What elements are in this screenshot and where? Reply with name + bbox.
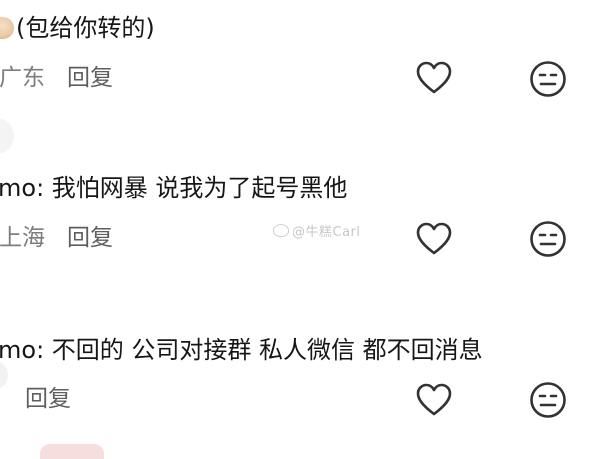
reply-button[interactable]: 回复 xyxy=(25,386,71,412)
emoji-icon xyxy=(0,17,14,39)
like-button[interactable] xyxy=(414,380,454,420)
reply-button[interactable]: 回复 xyxy=(67,65,113,91)
comment-text: mo: 我怕网暴 说我为了起号黑他 xyxy=(0,174,348,202)
reply-button[interactable]: 回复 xyxy=(67,225,113,251)
comment-text-wrapper: (包给你转的) xyxy=(0,13,155,43)
next-comment-edge xyxy=(40,444,104,459)
comment-meta: 回复 xyxy=(25,385,71,413)
heart-outline-icon xyxy=(416,383,452,416)
watermark-text: @牛糕Carl xyxy=(292,225,361,240)
dislike-button[interactable] xyxy=(528,380,568,420)
comment-meta: 上海 回复 xyxy=(0,224,113,252)
comment-location: 上海 xyxy=(0,225,45,251)
dislike-button[interactable] xyxy=(528,219,568,259)
avatar[interactable] xyxy=(0,118,14,154)
comment-text: (包给你转的) xyxy=(16,14,155,42)
neutral-face-icon xyxy=(530,382,566,418)
comment-text: mo: 不回的 公司对接群 私人微信 都不回消息 xyxy=(0,336,483,364)
heart-outline-icon xyxy=(416,222,452,255)
weibo-icon xyxy=(273,224,289,237)
dislike-button[interactable] xyxy=(528,59,568,99)
comment-location: 广东 xyxy=(0,65,45,91)
neutral-face-icon xyxy=(530,61,566,97)
heart-outline-icon xyxy=(416,61,452,94)
neutral-face-icon xyxy=(530,221,566,257)
like-button[interactable] xyxy=(414,219,454,259)
like-button[interactable] xyxy=(414,58,454,98)
watermark: @牛糕Carl xyxy=(273,221,361,240)
comment-meta: 广东 回复 xyxy=(0,64,113,92)
